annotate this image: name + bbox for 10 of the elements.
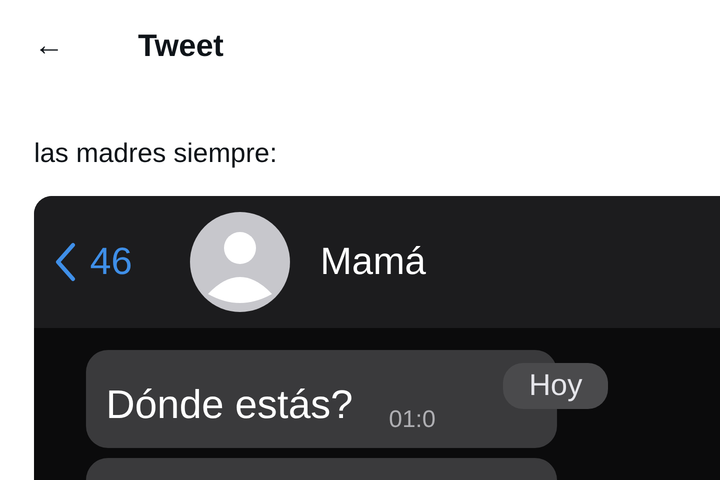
avatar-icon <box>190 212 290 312</box>
tweet-text: las madres siempre: <box>34 137 278 170</box>
page-title: Tweet <box>138 28 224 64</box>
contact-name: Mamá <box>320 240 426 284</box>
message-time: 01:0 <box>388 406 436 434</box>
chevron-left-icon <box>54 242 76 282</box>
back-button[interactable]: ← <box>34 29 138 63</box>
unread-count: 46 <box>90 240 132 284</box>
message-text: Dónde estás? <box>106 383 353 428</box>
date-pill: Hoy <box>503 363 608 409</box>
